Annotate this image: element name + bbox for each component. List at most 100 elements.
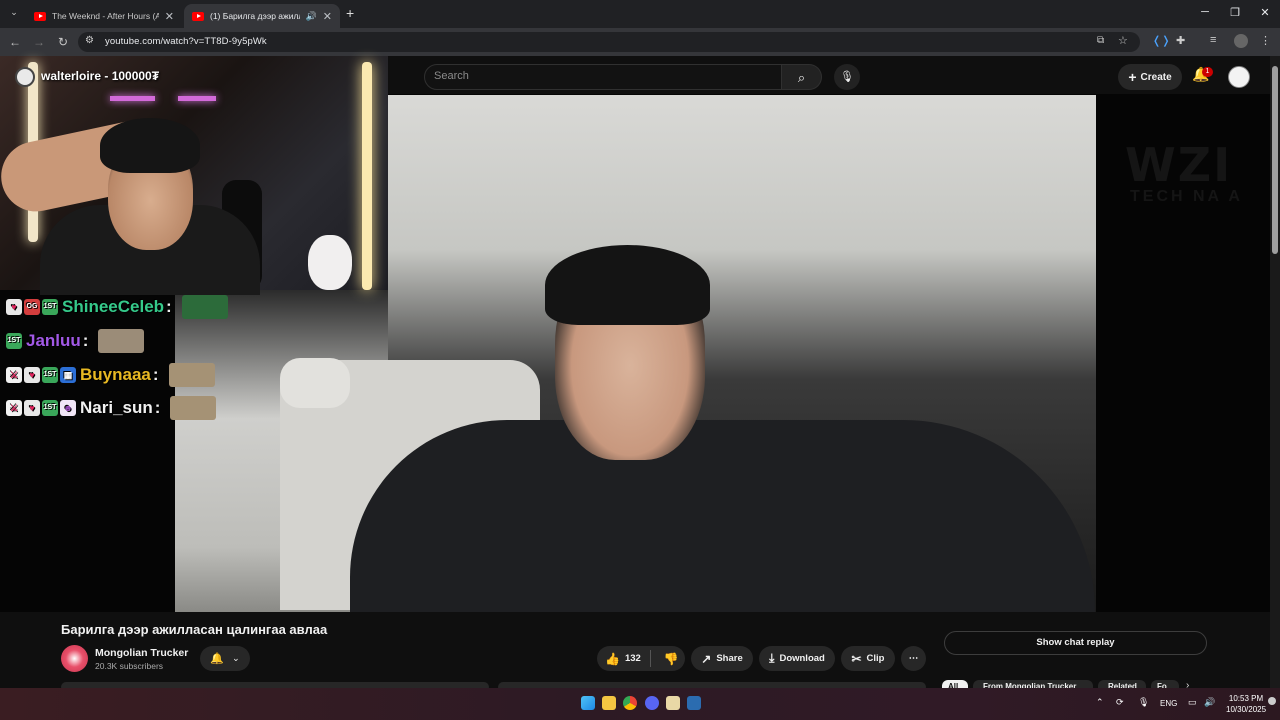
plus-icon: + [1128,69,1137,85]
bell-icon: 🔔 [210,653,225,665]
light-bar [362,62,372,290]
steam-icon[interactable] [687,696,701,710]
sword-badge-icon: ⚔ [6,367,22,383]
like-icon[interactable]: 👍 [605,652,620,666]
site-info-icon[interactable]: ⚙ [85,35,94,46]
heart-badge-icon: ♥ [24,367,40,383]
chat-message: ⚔ ♥ 1ST ☻ Nari_sun : [6,396,217,420]
like-count[interactable]: 132 [625,653,641,664]
youtube-favicon-icon [192,11,204,21]
url-text[interactable]: youtube.com/watch?v=TT8D-9y5pWk [105,36,267,47]
like-dislike-group: 👍 132 👎 [597,646,685,671]
search-placeholder: Search [434,70,469,82]
youtube-favicon-icon [34,11,46,21]
heart-badge-icon: ♥ [24,400,40,416]
tray-overflow-icon[interactable]: ⌃ [1096,697,1104,708]
tab-active-video[interactable]: (1) Барилга дээр ажилласа 🔊 ✕ [184,4,340,28]
first-badge-icon: 1ST [6,333,22,349]
notification-count-badge: 1 [1202,67,1213,77]
chat-username: ShineeCeleb [62,297,165,316]
browser-menu-icon[interactable]: ⋮ [1260,34,1271,47]
tab-weeknd[interactable]: The Weeknd - After Hours (Aud ✕ [26,4,182,28]
channel-name[interactable]: Mongolian Trucker [95,647,188,659]
volume-icon[interactable]: 🔊 [1204,697,1215,708]
overlay-avatar [15,67,35,87]
chrome-icon[interactable] [623,696,637,710]
new-tab-button[interactable]: + [346,5,354,21]
neon-light [110,96,155,101]
subscription-notify-button[interactable]: 🔔 ⌄ [200,646,250,671]
create-label: Create [1140,71,1172,83]
clock-time: 10:53 PM [1228,694,1264,703]
install-app-icon[interactable]: ⧉ [1097,35,1104,46]
chat-message: 1ST Janluu : [6,329,145,353]
clip-label: Clip [866,653,885,664]
share-icon: ↗ [701,651,712,666]
og-badge-icon: OG [24,299,40,315]
heart-badge-icon: ♥ [6,299,22,315]
search-icon: ⌕ [797,70,806,85]
discord-icon[interactable] [645,696,659,710]
chat-message: ⚔ ♥ 1ST ▦ Buynaaa : [6,363,215,387]
media-control-icon[interactable]: ≡ [1210,34,1216,46]
more-icon: ⋯ [908,653,919,664]
display-icon[interactable]: ▭ [1188,697,1197,708]
maximize-icon[interactable]: ❐ [1220,6,1250,19]
first-badge-icon: 1ST [42,400,58,416]
windows-taskbar [0,688,1280,720]
clock[interactable]: 10:53 PM 10/30/2025 [1226,693,1266,715]
share-label: Share [716,653,743,664]
voice-search-button[interactable]: 🎙 [834,64,860,90]
extension-icon[interactable]: ❬❭ [1152,34,1170,47]
plush-toy [308,235,352,290]
show-chat-replay-button[interactable]: Show chat replay [944,631,1207,655]
forward-icon[interactable]: → [31,34,47,50]
emote-icon [168,363,215,387]
profile-avatar[interactable] [1234,34,1248,48]
tab-title: (1) Барилга дээр ажилласа [210,11,300,21]
scrollbar-thumb[interactable] [1272,66,1278,254]
watermark-logo: WZI [1125,138,1233,192]
close-tab-icon[interactable]: ✕ [323,10,332,23]
chevron-down-icon: ⌄ [232,653,240,663]
more-actions-button[interactable]: ⋯ [901,646,926,671]
person-jacket [350,420,1095,612]
start-menu-icon[interactable] [581,696,595,710]
close-window-icon[interactable]: ✕ [1250,6,1280,19]
chat-username: Buynaaa [80,365,151,384]
share-button[interactable]: ↗ Share [691,646,753,671]
account-avatar[interactable] [1228,66,1250,88]
emote-icon [181,295,228,319]
search-button[interactable]: ⌕ [782,64,822,90]
search-input[interactable] [424,64,782,90]
overlay-channel-name: walterloire - 100000₮ [41,69,160,83]
back-icon[interactable]: ← [7,34,23,50]
mask-badge-icon: ☻ [60,400,76,416]
sync-icon[interactable]: ⟳ [1116,697,1124,708]
channel-avatar[interactable] [61,645,88,672]
clip-button[interactable]: ✂ Clip [841,646,895,671]
dislike-icon[interactable]: 👎 [664,652,679,666]
video-title: Барилга дээр ажилласан цалингаа авлаа [61,622,328,637]
tab-search-button[interactable]: ⌄ [6,7,22,21]
download-button[interactable]: ⤓ Download [759,646,835,671]
person-hair [545,245,710,325]
microphone-icon: 🎙 [840,71,854,83]
first-badge-icon: 1ST [42,299,58,315]
speaker-icon[interactable]: 🔊 [306,11,317,22]
flag-badge-icon: ▦ [60,367,76,383]
language-indicator[interactable]: ENG [1160,699,1177,708]
like-divider [650,650,651,667]
notification-center-icon[interactable] [1268,697,1276,705]
microphone-tray-icon[interactable]: 🎙 [1138,697,1149,708]
download-icon: ⤓ [769,651,775,665]
bookmark-star-icon[interactable]: ☆ [1118,34,1128,47]
extensions-puzzle-icon[interactable]: ✚ [1176,34,1185,47]
reload-icon[interactable]: ↻ [55,34,71,50]
app-icon[interactable] [666,696,680,710]
scissors-icon: ✂ [851,651,862,666]
create-button[interactable]: + Create [1118,64,1182,90]
minimize-icon[interactable]: ─ [1190,6,1220,18]
file-explorer-icon[interactable] [602,696,616,710]
close-tab-icon[interactable]: ✕ [165,10,174,23]
